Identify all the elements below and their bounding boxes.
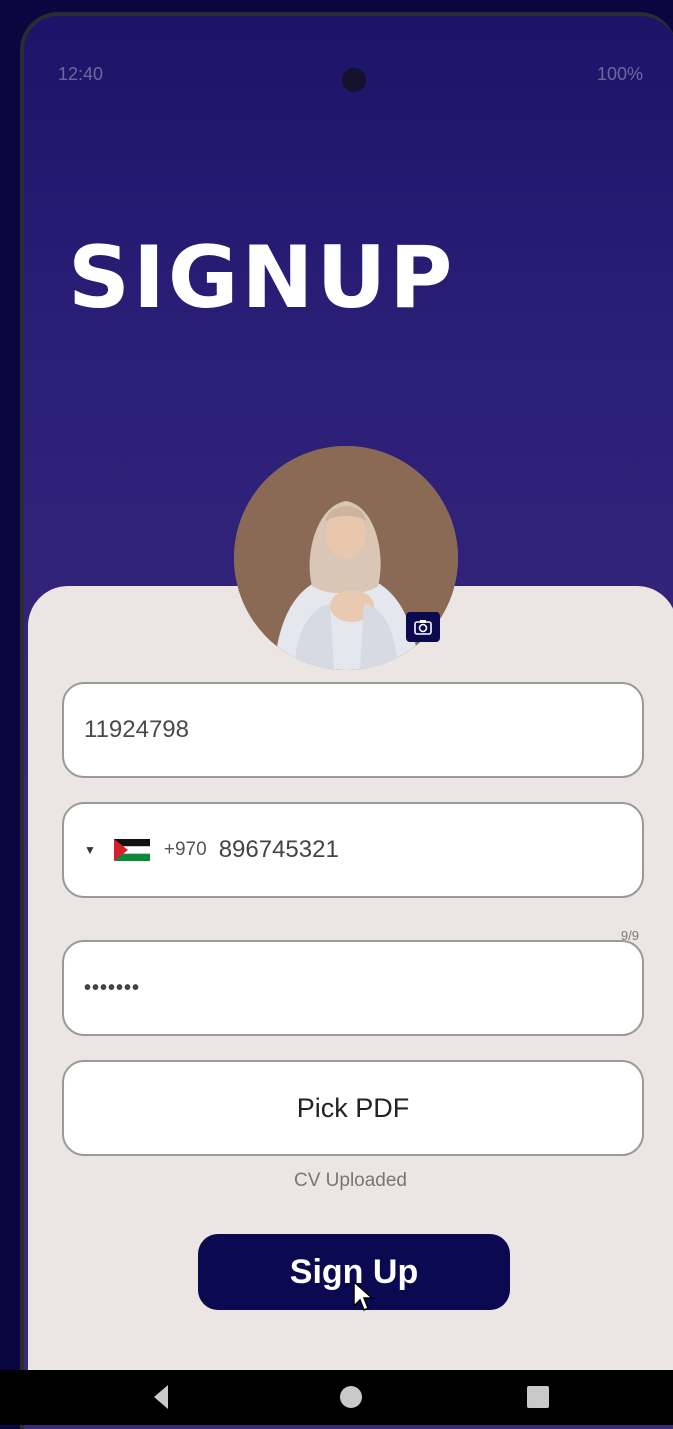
camera-icon bbox=[414, 620, 432, 635]
pick-pdf-label: Pick PDF bbox=[296, 1092, 410, 1123]
pick-pdf-button[interactable]: Pick PDF bbox=[62, 1060, 644, 1156]
mouse-cursor-icon bbox=[353, 1280, 374, 1312]
status-time: 12:40 bbox=[58, 64, 104, 84]
phone-screen: 12:40 100% SIGNUP 11924798 ▼ +970 896745… bbox=[20, 12, 673, 1429]
dropdown-arrow-icon[interactable]: ▼ bbox=[84, 843, 96, 857]
app-screen: 12:40 100% SIGNUP 11924798 ▼ +970 896745… bbox=[0, 0, 673, 1429]
dial-code: +970 bbox=[163, 839, 207, 860]
front-camera bbox=[342, 68, 366, 92]
password-value: ••••••• bbox=[84, 976, 141, 999]
phone-field[interactable]: ▼ +970 896745321 bbox=[62, 802, 644, 898]
recents-square-icon[interactable] bbox=[527, 1386, 549, 1408]
back-triangle-icon[interactable] bbox=[152, 1384, 170, 1410]
status-bar: 12:40 100% bbox=[24, 16, 673, 84]
password-field[interactable]: ••••••• bbox=[62, 940, 644, 1036]
username-value: 11924798 bbox=[84, 716, 189, 743]
system-nav-bar bbox=[0, 1370, 673, 1425]
phone-number-value: 896745321 bbox=[218, 836, 339, 863]
username-field[interactable]: 11924798 bbox=[62, 682, 644, 778]
page-title: SIGNUP bbox=[68, 228, 456, 328]
home-circle-icon[interactable] bbox=[340, 1386, 362, 1408]
cv-status-text: CV Uploaded bbox=[293, 1170, 408, 1191]
palestine-flag-icon bbox=[113, 839, 150, 861]
change-photo-button[interactable] bbox=[406, 612, 440, 642]
status-battery: 100% bbox=[596, 64, 643, 84]
